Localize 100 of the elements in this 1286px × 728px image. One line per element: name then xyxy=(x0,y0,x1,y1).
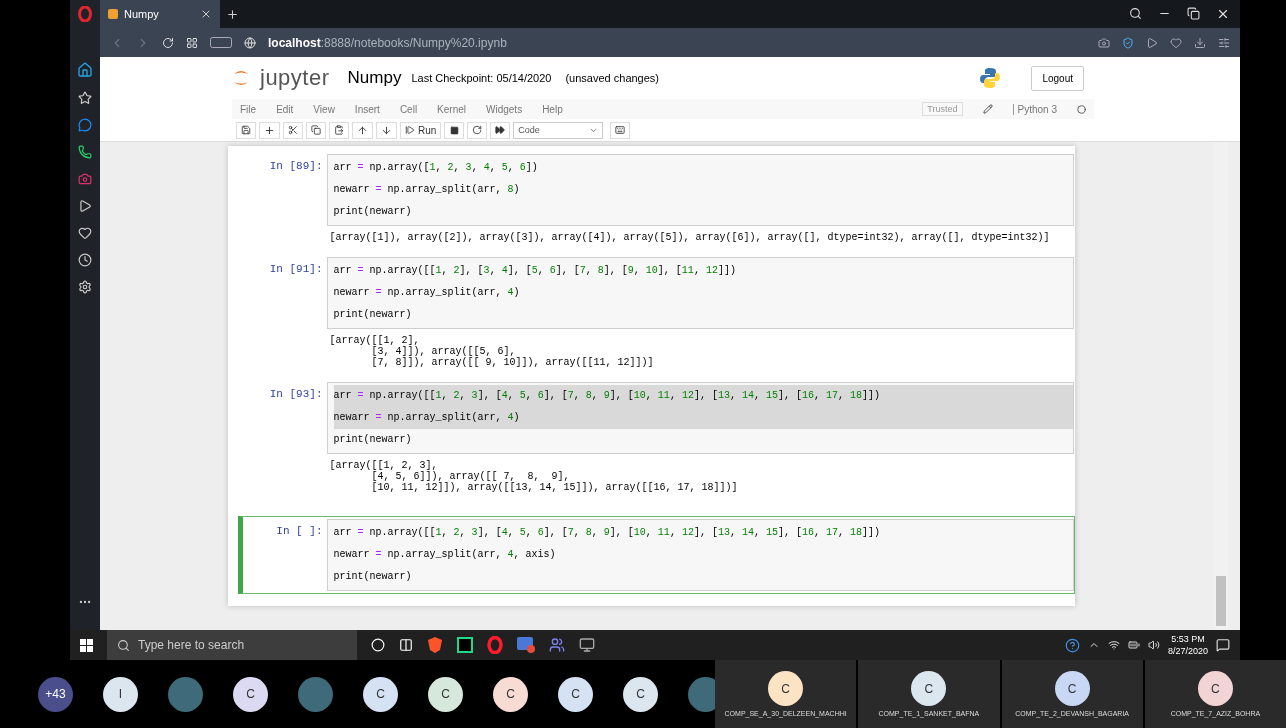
sliders-icon[interactable] xyxy=(1218,36,1230,49)
star-icon[interactable] xyxy=(78,91,92,105)
logout-button[interactable]: Logout xyxy=(1031,65,1084,91)
participant-avatar: C xyxy=(768,671,804,706)
pencil-icon[interactable] xyxy=(982,104,993,114)
browser-tab[interactable]: Numpy xyxy=(100,0,220,28)
restart-button[interactable] xyxy=(467,121,488,139)
cut-button[interactable] xyxy=(283,121,303,139)
clock-date[interactable]: 8/27/2020 xyxy=(1167,645,1208,657)
chat-bubble-icon[interactable] xyxy=(78,118,92,132)
heart-icon[interactable] xyxy=(78,226,92,240)
participant-avatar: C xyxy=(493,676,528,712)
code-input[interactable]: arr = np.array([1, 2, 3, 4, 5, 6]) newarr = np.array_split(arr, 8) print(newarr) xyxy=(326,154,1074,226)
menu-item[interactable]: Kernel xyxy=(437,103,466,115)
code-input[interactable]: arr = np.array([[1, 2, 3], [4, 5, 6], [7, 8, 9], [10, 11, 12], [13, 14, 15], [16, 17, 18]]) newarr = np.array_split(arr, 4, axis) print(newarr) xyxy=(326,519,1074,591)
vpn-icon[interactable] xyxy=(210,37,232,48)
move-up-button[interactable] xyxy=(352,121,373,139)
camera-icon[interactable] xyxy=(1098,36,1110,49)
shield-app-icon[interactable] xyxy=(427,636,443,654)
screen-app-icon[interactable] xyxy=(517,637,535,653)
scissors-icon xyxy=(288,125,298,135)
team-app-icon[interactable] xyxy=(549,637,565,653)
save-button[interactable] xyxy=(236,121,256,139)
code-input[interactable]: arr = np.array([[1, 2], [3, 4], [5, 6], [7, 8], [9, 10], [11, 12]]) newarr = np.array_split(arr, 4) print(newarr) xyxy=(326,257,1074,329)
cell-prompt: In [89]: xyxy=(268,159,324,174)
window-app-icon[interactable] xyxy=(579,637,595,653)
scrollbar-thumb[interactable] xyxy=(1216,576,1226,626)
clock-icon[interactable] xyxy=(78,253,92,267)
o-logo-icon[interactable] xyxy=(78,6,92,22)
step-forward-icon xyxy=(405,125,415,135)
grid-icon[interactable] xyxy=(186,36,198,49)
clock-time[interactable]: 5:53 PM xyxy=(1171,633,1205,645)
menu-item[interactable]: Cell xyxy=(399,103,418,115)
jupyter-logo-text[interactable]: jupyter xyxy=(260,65,330,91)
close-icon[interactable] xyxy=(200,8,212,20)
ring-app-icon[interactable] xyxy=(487,636,503,654)
menu-item[interactable]: File xyxy=(240,103,257,115)
menu-item[interactable]: Help xyxy=(542,103,563,115)
participant-avatar: C xyxy=(558,676,593,712)
battery-icon[interactable] xyxy=(1127,639,1140,651)
reload-icon[interactable] xyxy=(162,36,174,49)
menu-item[interactable]: Edit xyxy=(276,103,294,115)
settings-icon[interactable] xyxy=(78,280,92,294)
participant-avatar: C xyxy=(911,671,947,706)
output-line: [4, 5, 6]]), array([[ 7, 8, 9], xyxy=(371,471,570,482)
windows-logo-icon[interactable] xyxy=(80,638,93,652)
run-button[interactable]: Run xyxy=(400,121,442,139)
code-line: print(newarr) xyxy=(333,433,413,447)
play-icon[interactable] xyxy=(1146,36,1158,49)
task-view-icon[interactable] xyxy=(399,638,413,652)
search-icon xyxy=(117,638,130,652)
code-line: print(newarr) xyxy=(333,308,413,322)
play-icon[interactable] xyxy=(78,199,92,213)
copy-button[interactable] xyxy=(306,121,326,139)
add-cell-button[interactable] xyxy=(259,121,280,139)
output-line: [array([[1, 2, 3], xyxy=(329,460,438,471)
menu-item[interactable]: Insert xyxy=(354,103,380,115)
globe-icon[interactable] xyxy=(244,36,256,49)
help-icon[interactable] xyxy=(1064,637,1080,653)
save-icon xyxy=(241,125,251,135)
download-icon[interactable] xyxy=(1194,36,1206,49)
participant-avatar: C xyxy=(363,676,398,712)
output-line: [7, 8]]), array([[ 9, 10]]), array([[11, 12]])] xyxy=(370,357,655,368)
home-icon[interactable] xyxy=(77,62,93,78)
notification-icon[interactable] xyxy=(1216,638,1230,652)
new-tab-icon[interactable] xyxy=(226,7,239,21)
participant-avatar: C xyxy=(233,676,268,712)
shield-icon[interactable] xyxy=(1122,36,1134,49)
close-icon[interactable] xyxy=(1216,7,1230,21)
menu-item[interactable]: View xyxy=(313,103,335,115)
menu-item[interactable]: Widgets xyxy=(486,103,523,115)
code-line: print(newarr) xyxy=(333,205,413,219)
move-down-button[interactable] xyxy=(376,121,397,139)
phone-icon[interactable] xyxy=(78,145,92,159)
output-line: [3, 4]]), array([[5, 6], xyxy=(371,346,516,357)
code-input[interactable]: arr = np.array([[1, 2, 3], [4, 5, 6], [7, 8, 9], [10, 11, 12], [13, 14, 15], [16, 17, 18]]) newarr = np.array_split(arr, 4) print(newarr) xyxy=(326,382,1074,454)
taskbar-search-field[interactable]: Type here to search xyxy=(107,630,357,660)
stop-button[interactable] xyxy=(444,121,465,139)
url-field[interactable]: localhost:8888/notebooks/Numpy%20.ipynb xyxy=(268,35,507,50)
arrow-down-icon xyxy=(381,124,392,136)
fast-forward-button[interactable] xyxy=(490,121,511,139)
kernel-name: Python 3 xyxy=(1012,103,1057,115)
stop-icon xyxy=(449,125,459,135)
square-app-icon[interactable] xyxy=(457,637,473,653)
more-participants-count[interactable]: +43 xyxy=(38,676,73,712)
wifi-icon[interactable] xyxy=(1107,639,1120,651)
page-icon xyxy=(108,9,118,19)
output-line: [10, 11, 12]]), array([[13, 14, 15]]), array([[16, 17, 18]])] xyxy=(370,482,739,493)
search-icon[interactable] xyxy=(1129,7,1142,20)
code-line: newarr = np.array_split(arr, 8) xyxy=(333,183,521,197)
notebook-cell-selected[interactable]: In [ ]: arr = np.array([[1, 2, 3], [4, 5, 6], [7, 8, 9], [10, 11, 12], [13, 14, 15], [16, 17, 18]]) newarr = np.array_split(arr, 4, axis) print(newarr) xyxy=(237,516,1075,594)
keyboard-button[interactable] xyxy=(610,121,631,139)
volume-icon[interactable] xyxy=(1147,639,1160,651)
paste-button[interactable] xyxy=(329,121,349,139)
restore-icon[interactable] xyxy=(1187,7,1200,20)
cortana-icon[interactable] xyxy=(371,638,385,652)
notebook-name[interactable]: Numpy xyxy=(347,68,402,88)
camera-icon[interactable] xyxy=(78,172,92,186)
fast-forward-icon xyxy=(495,125,506,135)
cell-type-select[interactable]: Code xyxy=(513,121,604,139)
